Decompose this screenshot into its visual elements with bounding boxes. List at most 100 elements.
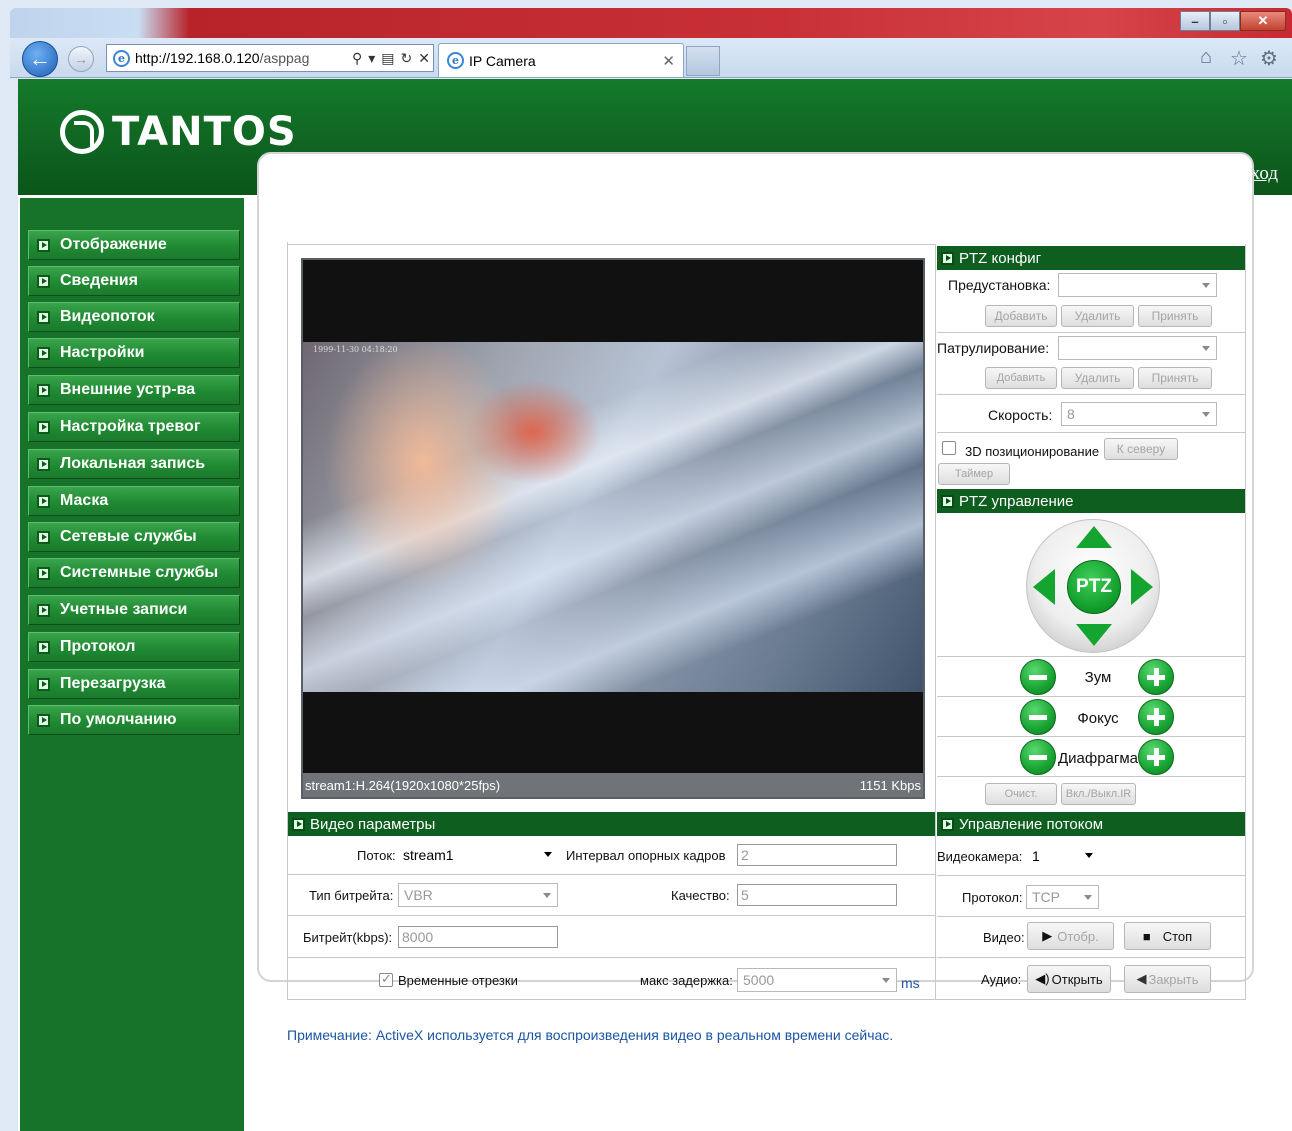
grid-line	[288, 874, 935, 875]
arrow-icon	[37, 420, 50, 434]
arrow-right-icon[interactable]	[1131, 569, 1153, 605]
3d-positioning-label: 3D позиционирование	[965, 444, 1100, 459]
sidebar-item-defaults[interactable]: По умолчанию	[28, 705, 240, 735]
refresh-icon[interactable]: ↻	[401, 50, 413, 67]
quality-input[interactable]: 5	[737, 884, 897, 906]
grid-line	[937, 736, 1245, 737]
sidebar-item-mask[interactable]: Маска	[28, 486, 240, 516]
patrol-delete-button[interactable]: Удалить	[1061, 367, 1134, 389]
preset-label: Предустановка:	[948, 277, 1051, 293]
grid-line	[287, 999, 1246, 1000]
maxdelay-select[interactable]: 5000	[737, 968, 897, 992]
favorites-icon[interactable]: ☆	[1230, 46, 1248, 71]
stop-icon: ■	[1142, 928, 1151, 944]
logo-icon	[60, 110, 104, 154]
compat-view-icon[interactable]: ▤	[381, 50, 394, 67]
north-button[interactable]: К северу	[1104, 438, 1178, 460]
video-play-button[interactable]: ▶ Отобр.	[1027, 922, 1114, 950]
focus-minus-button[interactable]	[1020, 699, 1056, 735]
3d-positioning-checkbox[interactable]	[942, 441, 956, 455]
bitrate-input[interactable]: 8000	[398, 926, 558, 948]
video-player[interactable]: 1999-11-30 04:18:20 stream1:H.264(1920x1…	[301, 258, 925, 799]
grid-line	[937, 916, 1245, 917]
dropdown-icon[interactable]: ▾	[368, 50, 375, 67]
sidebar-item-local-recording[interactable]: Локальная запись	[28, 449, 240, 479]
focus-label: Фокус	[1077, 710, 1119, 727]
grid-line	[288, 915, 935, 916]
sidebar-item-label: Перезагрузка	[60, 675, 166, 692]
preset-select[interactable]	[1058, 273, 1217, 297]
close-window-button[interactable]: ✕	[1240, 11, 1286, 31]
chevron-down-icon	[544, 852, 552, 857]
speaker-icon: ◀	[1136, 971, 1147, 986]
minimize-button[interactable]: –	[1180, 11, 1210, 31]
sidebar-item-display[interactable]: Отображение	[28, 230, 240, 260]
stop-icon[interactable]: ✕	[418, 50, 430, 67]
preset-add-button[interactable]: Добавить	[985, 305, 1057, 327]
audio-close-label: Закрыть	[1148, 971, 1199, 987]
patrol-add-button[interactable]: Добавить	[985, 367, 1057, 389]
timer-button[interactable]: Таймер	[938, 463, 1010, 485]
home-icon[interactable]: ⌂	[1200, 46, 1212, 69]
arrow-down-icon[interactable]	[1076, 624, 1112, 646]
tab-close-icon[interactable]: ✕	[662, 52, 675, 70]
tab-ip-camera[interactable]: e IP Camera ✕	[438, 43, 684, 77]
preset-apply-button[interactable]: Принять	[1138, 305, 1212, 327]
sidebar-item-label: Настройка тревог	[60, 418, 201, 435]
ptz-center-button[interactable]: PTZ	[1067, 560, 1121, 614]
chevron-down-icon	[1085, 853, 1093, 858]
sidebar-item-network-services[interactable]: Сетевые службы	[28, 522, 240, 552]
stream-select[interactable]: stream1	[398, 843, 558, 867]
video-stop-button[interactable]: ■ Стоп	[1124, 922, 1211, 950]
preset-delete-button[interactable]: Удалить	[1061, 305, 1134, 327]
iris-close-button[interactable]	[1020, 739, 1056, 775]
protocol-select[interactable]: TCP	[1026, 885, 1099, 909]
clear-button[interactable]: Очист.	[985, 783, 1057, 805]
ir-toggle-button[interactable]: Вкл./Выкл.IR	[1061, 783, 1136, 805]
url-host: http://192.168.0.120	[135, 50, 260, 66]
ie-icon: e	[447, 52, 464, 69]
timestamps-checkbox[interactable]	[379, 971, 393, 987]
zoom-out-button[interactable]	[1020, 659, 1056, 695]
protocol-value: TCP	[1032, 889, 1060, 905]
chevron-down-icon	[1202, 412, 1210, 417]
forward-button[interactable]: →	[68, 46, 94, 72]
speed-select[interactable]: 8	[1061, 402, 1217, 426]
camera-select[interactable]: 1	[1027, 844, 1099, 868]
arrow-left-icon[interactable]	[1033, 569, 1055, 605]
sidebar-item-video-stream[interactable]: Видеопоток	[28, 302, 240, 332]
address-bar[interactable]: e http://192.168.0.120/asppag ⚲ ▾ ▤ ↻ ✕	[106, 44, 434, 72]
maximize-button[interactable]: ▫	[1210, 11, 1240, 31]
zoom-in-button[interactable]	[1138, 659, 1174, 695]
new-tab-button[interactable]	[686, 46, 720, 76]
patrol-apply-button[interactable]: Принять	[1138, 367, 1212, 389]
grid-line	[935, 244, 936, 999]
gop-input[interactable]: 2	[737, 844, 897, 866]
back-button[interactable]: ←	[22, 41, 58, 77]
maxdelay-value: 5000	[743, 972, 775, 988]
ptz-joystick[interactable]: PTZ	[1026, 519, 1160, 653]
arrow-up-icon[interactable]	[1076, 526, 1112, 548]
sidebar-item-alarm-settings[interactable]: Настройка тревог	[28, 412, 240, 442]
sidebar-item-info[interactable]: Сведения	[28, 266, 240, 296]
iris-open-button[interactable]	[1138, 739, 1174, 775]
sidebar-item-external-devices[interactable]: Внешние устр-ва	[28, 375, 240, 405]
search-icon[interactable]: ⚲	[352, 50, 362, 67]
audio-close-button[interactable]: ◀ Закрыть	[1124, 965, 1211, 993]
sidebar-item-settings[interactable]: Настройки	[28, 338, 240, 368]
bitrate-type-select[interactable]: VBR	[398, 883, 558, 907]
patrol-select[interactable]	[1058, 336, 1217, 360]
grid-line	[288, 957, 935, 958]
sidebar-item-accounts[interactable]: Учетные записи	[28, 595, 240, 625]
sidebar-item-reboot[interactable]: Перезагрузка	[28, 669, 240, 699]
sidebar-item-system-services[interactable]: Системные службы	[28, 558, 240, 588]
audio-open-label: Открыть	[1051, 971, 1103, 987]
ptz-config-header: PTZ конфиг	[937, 246, 1245, 270]
gear-icon[interactable]: ⚙	[1260, 46, 1278, 71]
activex-note: Примечание: ActiveX используется для вос…	[287, 1027, 894, 1043]
camera-video-feed[interactable]: 1999-11-30 04:18:20	[303, 342, 923, 692]
focus-plus-button[interactable]	[1138, 699, 1174, 735]
audio-open-button[interactable]: ◀) Открыть	[1027, 965, 1111, 993]
sidebar-item-protocol[interactable]: Протокол	[28, 632, 240, 662]
patrol-label: Патрулирование:	[937, 340, 1050, 356]
